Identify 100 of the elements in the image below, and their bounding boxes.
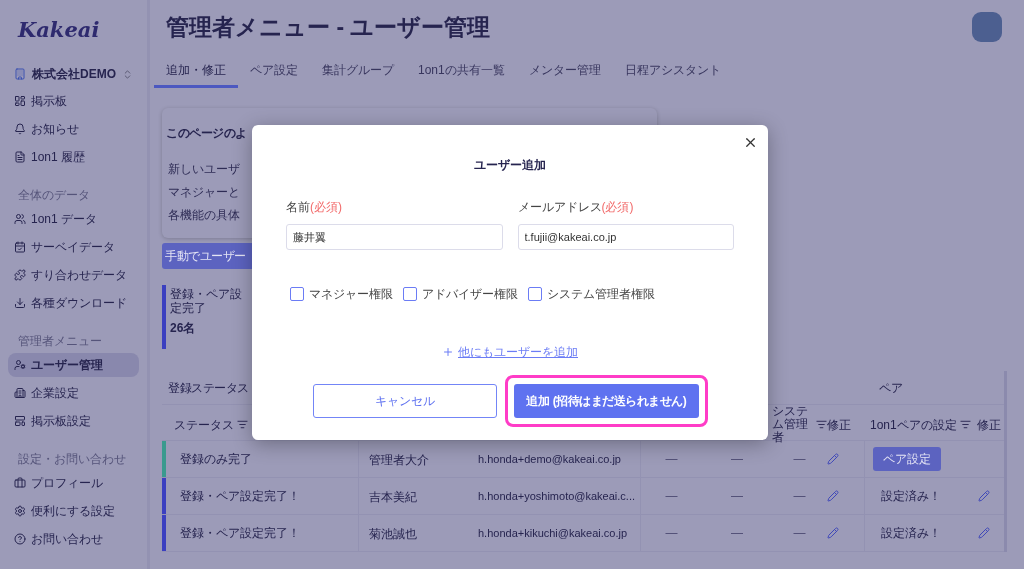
sidebar-item[interactable]: 各種ダウンロード [8,291,139,315]
sidebar-item[interactable]: プロフィール [8,471,139,495]
add-button[interactable]: 追加 (招待はまだ送られません) [513,384,699,418]
tab[interactable]: 日程アシスタント [612,61,733,88]
column-header: システム管理者 [772,405,809,444]
column-header: ステータス [174,416,234,434]
edit-icon[interactable] [827,527,839,539]
sidebar-item[interactable]: お問い合わせ [8,527,139,551]
filter-icon[interactable] [237,419,248,430]
briefcase-icon [14,477,26,489]
tab[interactable]: 集計グループ [310,61,406,88]
table-cell-text: 登録・ペア設定完了！ [180,488,300,505]
table-row[interactable]: 登録・ペア設定完了！ 吉本美紀 h.honda+yoshimoto@kakeai.c... — — — 設定済み！ [162,478,1004,515]
filter-icon[interactable] [959,419,971,430]
sidebar-heading: 管理者メニュー [18,333,103,350]
table-cell-text: — [731,451,743,468]
table-cell-text: 登録・ペア設定完了！ [180,525,300,542]
info-text: 新しいユーザ [168,161,240,178]
board-icon [14,415,26,427]
column-group-heading: 登録ステータス [168,379,249,397]
column-group-heading: ペア [878,379,903,397]
table-cell-text: 設定済み！ [881,488,941,505]
table-cell: h.honda+yoshimoto@kakeai.c... [478,490,635,502]
column-header: 修正 [827,416,851,434]
table-cell-text: 設定済み！ [881,525,941,542]
plus-icon [442,346,454,358]
sidebar-item[interactable]: お知らせ [8,117,139,141]
tab[interactable]: ペア設定 [238,61,310,88]
table-row[interactable]: 登録・ペア設定完了！ 菊池誠也 h.honda+kikuchi@kakeai.co.jp — — — 設定済み！ [162,515,1004,552]
stat-value: 26名 [170,320,196,337]
close-icon[interactable] [743,135,758,150]
sidebar-item[interactable]: 1on1 履歴 [8,145,139,169]
tab[interactable]: 追加・修正 [154,61,238,88]
people-icon [14,213,26,225]
avatar-placeholder[interactable] [972,12,1002,42]
download-icon [14,297,26,309]
edit-icon[interactable] [978,490,990,502]
info-text: 各機能の具体 [168,207,240,224]
table-cell-text: — [665,451,678,468]
checkbox[interactable] [528,287,542,301]
sidebar-item[interactable]: 便利にする設定 [8,499,139,523]
puzzle-icon [14,269,26,281]
pair-setting-button[interactable]: ペア設定 [873,447,941,471]
table-cell: 吉本美紀 [369,490,417,504]
info-text: マネジャーと [168,184,240,201]
table-cell-text: — [665,525,678,542]
board-icon [14,95,26,107]
company-icon [14,68,26,80]
sidebar-item[interactable]: ユーザー管理 [8,353,139,377]
sidebar-heading: 全体のデータ [18,187,91,204]
table-cell-text: — [793,525,806,542]
help-icon [14,533,26,545]
sidebar-heading: 設定・お問い合わせ [18,451,127,468]
table-cell: h.honda+demo@kakeai.co.jp [478,453,621,465]
page-title: 管理者メニュー - ユーザー管理 [166,12,491,42]
filter-icon[interactable] [816,419,827,430]
card-title: このページのよ [166,125,247,142]
table-cell: 菊池誠也 [369,527,417,541]
edit-icon[interactable] [827,490,839,502]
sidebar-item[interactable]: 掲示板 [8,89,139,113]
table-cell-text: — [731,488,743,505]
sidebar-item[interactable]: サーベイデータ [8,235,139,259]
field-label: 名前(必須) [286,199,342,216]
input-field[interactable]: t.fujii@kakeai.co.jp [517,224,734,250]
table-cell-text: — [793,488,806,505]
tab[interactable]: メンター管理 [516,61,613,88]
sidebar-item[interactable]: 企業設定 [8,381,139,405]
sidebar-item[interactable]: すり合わせデータ [8,263,139,287]
add-more-link[interactable]: 他にもユーザーを追加 [458,343,578,361]
edit-icon[interactable] [827,453,839,465]
calendar-icon [14,241,26,253]
settings-icon [14,505,26,517]
user-gear-icon [14,359,26,371]
table-cell-text: 登録のみ完了 [180,451,252,468]
table-cell-text: — [793,451,806,468]
checkbox-label: システム管理者権限 [547,286,655,303]
cancel-button[interactable]: キャンセル [312,384,497,418]
field-label: メールアドレス(必須) [517,199,634,216]
checkbox-label: アドバイザー権限 [422,286,518,303]
tab[interactable]: 1on1の共有一覧 [406,61,517,88]
sidebar-item[interactable]: 掲示板設定 [8,409,139,433]
stat-label: 登録・ペア設定完了 [170,287,243,315]
table-row[interactable]: 登録のみ完了 管理者大介 h.honda+demo@kakeai.co.jp — — — ペア設定 [162,441,1004,478]
bell-icon [14,123,26,135]
dialog-title: ユーザー追加 [474,157,546,174]
sidebar-item[interactable]: 1on1 データ [8,207,139,231]
table-cell: h.honda+kikuchi@kakeai.co.jp [478,527,628,539]
switch-icon[interactable] [122,68,133,80]
logo: Kakeai [18,16,101,44]
input-field[interactable]: 藤井翼 [286,224,503,250]
table-cell-text: — [731,525,743,542]
edit-icon[interactable] [978,527,990,539]
checkbox[interactable] [403,287,417,301]
checkbox-label: マネジャー権限 [309,286,393,303]
checkbox[interactable] [290,287,304,301]
column-header: 1on1ペアの設定 [870,416,957,434]
company-name[interactable]: 株式会社DEMO [32,65,116,83]
note-icon [14,151,26,163]
building-icon [14,387,26,399]
column-header: 修正 [976,416,1001,434]
